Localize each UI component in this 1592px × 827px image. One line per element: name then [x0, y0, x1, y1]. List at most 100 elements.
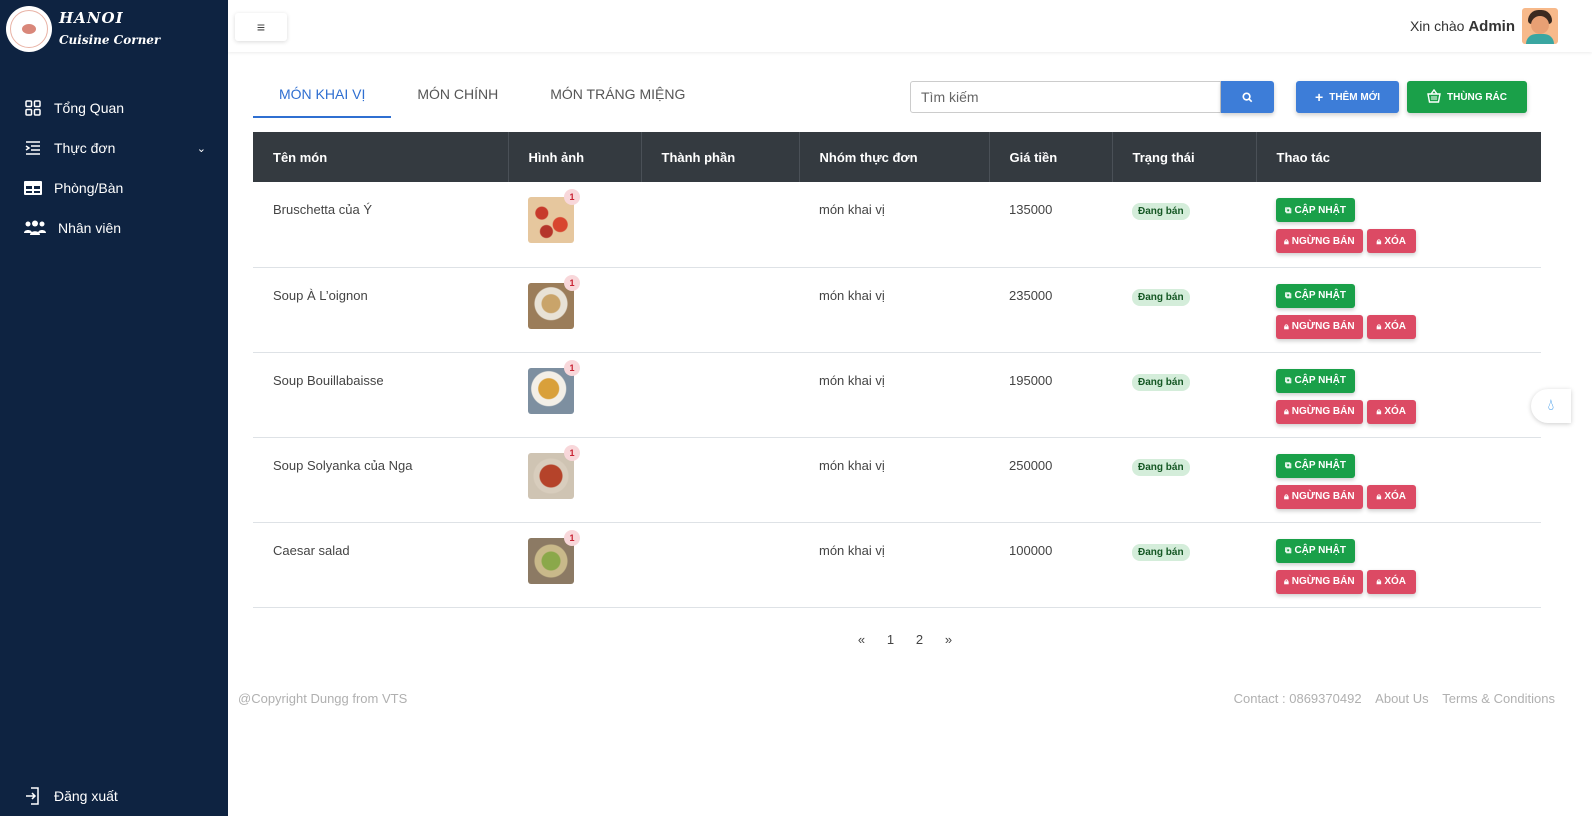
dish-image[interactable]: 1 [528, 444, 580, 499]
hamburger-icon: ≡ [256, 19, 266, 35]
dish-image[interactable]: 1 [528, 274, 580, 329]
dish-image[interactable]: 1 [528, 359, 580, 414]
delete-button[interactable]: 🔒︎ XÓA [1366, 569, 1417, 594]
image-count-badge: 1 [564, 444, 580, 461]
table-row: Soup Solyanka của Nga 1 món khai vị 2500… [253, 437, 1541, 523]
sidebar-nav: Tổng Quan Thực đơn ⌄ Phòng/Bàn Nhân viên [0, 88, 228, 248]
dish-price: 100000 [989, 522, 1112, 608]
dish-price: 250000 [989, 437, 1112, 523]
search-button[interactable] [1221, 81, 1274, 113]
contact-link[interactable]: Contact : 0869370492 [1234, 691, 1362, 706]
column-header: Giá tiền [989, 132, 1113, 182]
top-bar: ≡ Xin chào Admin [228, 0, 1592, 52]
footer: @Copyright Dungg from VTS Contact : 0869… [238, 691, 1555, 706]
stop-selling-button[interactable]: 🔒︎ NGỪNG BÁN [1276, 569, 1363, 594]
logout-button[interactable]: Đăng xuất [0, 776, 118, 816]
tab-appetizers[interactable]: MÓN KHAI VỊ [253, 78, 392, 118]
dish-group: món khai vị [799, 437, 989, 523]
dish-image[interactable]: 1 [528, 529, 580, 584]
search-input[interactable] [910, 81, 1221, 113]
trash-label: THÙNG RÁC [1447, 91, 1507, 103]
table-row: Soup Bouillabaisse 1 món khai vị 195000 … [253, 352, 1541, 438]
edit-icon: ⧉ [1285, 204, 1292, 215]
status-badge: Đang bán [1132, 543, 1190, 561]
lock-icon: 🔒︎ [1376, 576, 1382, 586]
dish-group: món khai vị [799, 182, 989, 268]
avatar[interactable] [1522, 8, 1558, 44]
search-icon [1242, 91, 1253, 102]
stop-selling-button[interactable]: 🔒︎ NGỪNG BÁN [1276, 229, 1363, 253]
search-bar [910, 81, 1274, 113]
logout-label: Đăng xuất [54, 788, 118, 804]
dish-ingredients [641, 522, 799, 608]
dish-group: món khai vị [799, 522, 989, 608]
sidebar-item-staff[interactable]: Nhân viên [0, 208, 228, 248]
pagination-next[interactable]: » [934, 632, 963, 647]
update-button[interactable]: ⧉ CẬP NHẬT [1276, 198, 1355, 222]
delete-button[interactable]: 🔒︎ XÓA [1366, 484, 1417, 509]
tab-main-dishes[interactable]: MÓN CHÍNH [391, 78, 524, 118]
sidebar-item-rooms[interactable]: Phòng/Bàn [0, 168, 228, 208]
dish-price: 195000 [989, 352, 1112, 438]
delete-button[interactable]: 🔒︎ XÓA [1366, 229, 1417, 253]
floating-assistant-button[interactable]: 💧︎ [1531, 389, 1571, 423]
pagination-prev[interactable]: « [847, 632, 876, 647]
edit-icon: ⧉ [1285, 375, 1292, 385]
dish-image[interactable]: 1 [528, 189, 580, 243]
table-row: Bruschetta của Ý 1 món khai vị 135000 Đa… [253, 182, 1541, 268]
lock-icon: 🔒︎ [1376, 406, 1382, 416]
update-button[interactable]: ⧉ CẬP NHẬT [1276, 283, 1355, 308]
pagination-page[interactable]: 1 [876, 632, 905, 647]
pagination-page[interactable]: 2 [905, 632, 934, 647]
lock-icon: 🔒︎ [1376, 321, 1382, 331]
stop-selling-button[interactable]: 🔒︎ NGỪNG BÁN [1276, 399, 1363, 424]
dish-name: Caesar salad [253, 522, 508, 608]
about-link[interactable]: About Us [1375, 691, 1428, 706]
menu-toggle-button[interactable]: ≡ [235, 13, 287, 41]
brand[interactable]: HANOI Cuisine Corner [6, 6, 160, 52]
sidebar-item-menu[interactable]: Thực đơn ⌄ [0, 128, 228, 168]
stop-selling-button[interactable]: 🔒︎ NGỪNG BÁN [1276, 484, 1363, 509]
lock-icon: 🔒︎ [1284, 576, 1289, 586]
dish-ingredients [641, 267, 799, 353]
delete-button[interactable]: 🔒︎ XÓA [1366, 399, 1417, 424]
column-header: Thao tác [1256, 132, 1541, 182]
add-new-button[interactable]: + THÊM MỚI [1296, 81, 1399, 113]
sidebar-item-overview[interactable]: Tổng Quan [0, 88, 228, 128]
status-badge: Đang bán [1132, 373, 1190, 391]
brand-line-2: Cuisine Corner [59, 33, 161, 47]
menu-list-icon [24, 139, 42, 157]
delete-button[interactable]: 🔒︎ XÓA [1366, 314, 1417, 339]
add-new-label: THÊM MỚI [1329, 91, 1380, 103]
sidebar-item-label: Tổng Quan [54, 100, 125, 116]
lock-icon: 🔒︎ [1376, 491, 1382, 501]
dish-group: món khai vị [799, 267, 989, 353]
table-header-row: Tên món Hình ảnh Thành phần Nhóm thực đơ… [253, 132, 1541, 182]
greeting: Xin chào Admin [1410, 18, 1515, 35]
update-button[interactable]: ⧉ CẬP NHẬT [1276, 453, 1355, 478]
lock-icon: 🔒︎ [1284, 321, 1289, 331]
tab-desserts[interactable]: MÓN TRÁNG MIỆNG [524, 78, 711, 118]
image-count-badge: 1 [564, 274, 580, 291]
basket-icon [1427, 88, 1441, 106]
dish-price: 235000 [989, 267, 1112, 353]
column-header: Thành phần [641, 132, 800, 182]
dish-group: món khai vị [799, 352, 989, 438]
update-button[interactable]: ⧉ CẬP NHẬT [1276, 538, 1355, 563]
update-button[interactable]: ⧉ CẬP NHẬT [1276, 368, 1355, 393]
restaurant-logo [6, 6, 52, 52]
column-header: Tên món [253, 132, 509, 182]
sidebar-item-label: Phòng/Bàn [54, 180, 124, 196]
user-name: Admin [1468, 18, 1515, 35]
dish-name: Soup Bouillabaisse [253, 352, 508, 438]
chevron-down-icon[interactable]: ⌄ [197, 142, 206, 155]
brand-line-1: HANOI [59, 9, 124, 27]
sidebar-item-label: Thực đơn [54, 140, 116, 156]
terms-link[interactable]: Terms & Conditions [1442, 691, 1555, 706]
stop-selling-button[interactable]: 🔒︎ NGỪNG BÁN [1276, 314, 1363, 339]
pagination: « 1 2 » [847, 632, 963, 647]
status-badge: Đang bán [1132, 288, 1190, 306]
trash-button[interactable]: THÙNG RÁC [1407, 81, 1527, 113]
status-badge: Đang bán [1132, 203, 1190, 220]
lock-icon: 🔒︎ [1284, 235, 1289, 246]
